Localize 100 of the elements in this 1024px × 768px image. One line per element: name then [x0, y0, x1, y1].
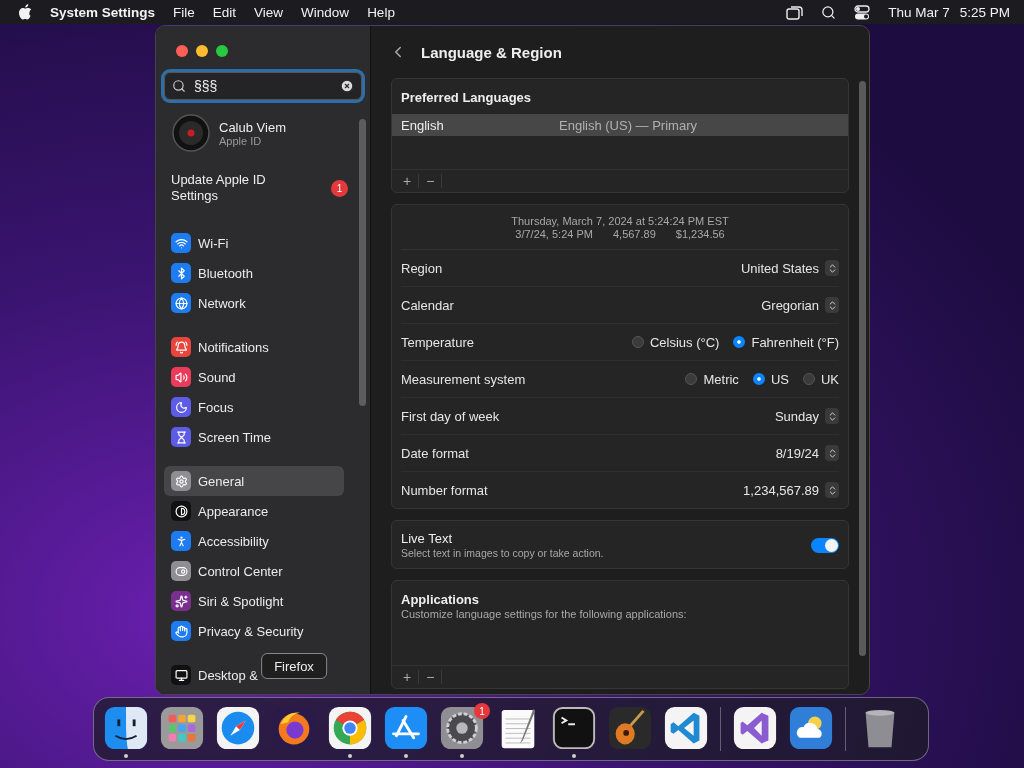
code-editor-icon[interactable] — [664, 707, 708, 750]
add-button[interactable]: + — [396, 174, 420, 188]
scrollbar-thumb[interactable] — [359, 119, 366, 406]
guitar-icon[interactable] — [608, 707, 652, 750]
format-preview: Thursday, March 7, 2024 at 5:24:24 PM EST — [511, 215, 729, 227]
app-menu[interactable]: System Settings — [50, 4, 156, 20]
format-preview: $1,234.56 — [675, 228, 725, 240]
search-field[interactable]: §§§ — [164, 72, 362, 100]
sparkle-icon — [171, 591, 191, 611]
sidebar-item[interactable]: Privacy & Security — [164, 616, 311, 646]
card-title: Applications — [400, 591, 480, 607]
menu-time[interactable]: 5:25 PM — [959, 4, 1010, 20]
infinity-ribbon-icon[interactable] — [733, 707, 777, 750]
scrollbar-thumb[interactable] — [859, 81, 866, 656]
radio-button[interactable] — [752, 373, 765, 385]
moon-icon — [171, 397, 191, 417]
zoom-button[interactable] — [216, 45, 228, 57]
search-input[interactable]: §§§ — [192, 77, 334, 95]
sidebar-item[interactable]: Wi-Fi — [164, 228, 236, 258]
account-name[interactable]: Calub Viem — [219, 119, 286, 135]
sidebar-item[interactable]: Siri & Spotlight — [164, 586, 291, 616]
menu-item[interactable]: Edit — [212, 4, 237, 20]
menu-date[interactable]: Thu Mar 7 — [888, 4, 950, 20]
radio-button[interactable] — [631, 336, 644, 348]
sidebar-item[interactable]: Network — [164, 288, 253, 318]
bell-icon — [171, 337, 191, 357]
card-title: Preferred Languages — [400, 89, 533, 105]
cloud-sun-icon[interactable] — [789, 707, 833, 750]
radio-button[interactable] — [802, 373, 815, 385]
app-store-icon[interactable] — [384, 707, 428, 750]
terminal-icon[interactable] — [552, 707, 596, 750]
format-preview: 4,567.89 — [612, 228, 656, 240]
search-icon[interactable] — [821, 4, 837, 20]
wifi-icon — [171, 233, 191, 253]
person-icon — [171, 531, 191, 551]
remove-button[interactable]: − — [419, 174, 443, 188]
stacked-windows-icon[interactable] — [786, 4, 804, 20]
sidebar-item[interactable]: General — [164, 466, 344, 496]
radio-label[interactable]: Fahrenheit (°F) — [751, 334, 839, 350]
setting-label: Measurement system — [401, 371, 526, 387]
format-preview: 3/7/24, 5:24 PM — [515, 228, 593, 240]
sidebar-item[interactable]: Notifications — [164, 332, 276, 362]
card-description: Customize language settings for the following applications: — [400, 607, 688, 620]
setting-label: Date format — [401, 445, 469, 461]
toggle-icon — [171, 561, 191, 581]
app-grid-icon[interactable] — [160, 707, 204, 750]
popup-button[interactable]: Sunday — [774, 408, 839, 424]
language-row[interactable]: English English (US) — Primary — [392, 114, 848, 136]
monitor-icon — [171, 665, 191, 685]
compass-icon[interactable] — [216, 707, 260, 750]
popup-button[interactable]: United States — [740, 260, 839, 276]
stepper-icon — [825, 445, 839, 461]
gear-icon[interactable] — [440, 707, 484, 750]
radio-label[interactable]: Metric — [703, 371, 739, 387]
page-title: Language & Region — [421, 43, 562, 61]
popup-button[interactable]: 1,234,567.89 — [743, 482, 839, 498]
sidebar-item[interactable]: Accessibility — [164, 526, 276, 556]
setting-label: Number format — [401, 482, 488, 498]
popup-button[interactable]: 8/19/24 — [775, 445, 839, 461]
tooltip: Firefox — [261, 653, 327, 679]
setting-label: Temperature — [401, 334, 474, 350]
radio-label[interactable]: UK — [820, 371, 839, 387]
remove-button[interactable]: − — [419, 670, 443, 684]
sidebar-item[interactable]: Screen Time — [164, 422, 278, 452]
notification-badge: 1 — [331, 179, 348, 197]
sidebar-item[interactable]: Sound — [164, 362, 243, 392]
menu-item[interactable]: Window — [301, 4, 350, 20]
radio-button[interactable] — [685, 373, 698, 385]
toggle-switch[interactable] — [811, 537, 839, 553]
account-subtitle: Apple ID — [219, 134, 263, 147]
radio-button[interactable] — [733, 336, 746, 348]
add-button[interactable]: + — [396, 670, 420, 684]
sidebar-item[interactable]: Control Center — [164, 556, 290, 586]
close-button[interactable] — [176, 45, 188, 57]
globe-icon — [171, 293, 191, 313]
menu-item[interactable]: Help — [367, 4, 395, 20]
clear-icon[interactable] — [340, 79, 354, 93]
apple-logo-icon[interactable] — [18, 4, 32, 20]
setting-title: Live Text — [401, 531, 454, 546]
sidebar-item[interactable]: Focus — [164, 392, 241, 422]
stepper-icon — [825, 482, 839, 498]
sidebar-item[interactable]: Bluetooth — [164, 258, 260, 288]
minimize-button[interactable] — [196, 45, 208, 57]
radio-label[interactable]: Celsius (°C) — [649, 334, 720, 350]
sidebar-item[interactable]: Appearance — [164, 496, 276, 526]
flame-globe-icon[interactable] — [272, 707, 316, 750]
avatar-icon[interactable] — [172, 114, 210, 152]
update-notice[interactable]: Update Apple ID Settings — [171, 172, 291, 204]
stepper-icon — [825, 297, 839, 313]
control-center-icon[interactable] — [854, 4, 871, 20]
gear-icon — [171, 471, 191, 491]
speaker-icon — [171, 367, 191, 387]
menu-item[interactable]: View — [254, 4, 284, 20]
setting-label: Region — [401, 260, 443, 276]
setting-label: Calendar — [401, 297, 454, 313]
menu-item[interactable]: File — [173, 4, 195, 20]
smiling-face-icon[interactable] — [104, 707, 148, 750]
search-icon — [172, 79, 186, 93]
popup-button[interactable]: Gregorian — [761, 297, 839, 313]
radio-label[interactable]: US — [770, 371, 789, 387]
